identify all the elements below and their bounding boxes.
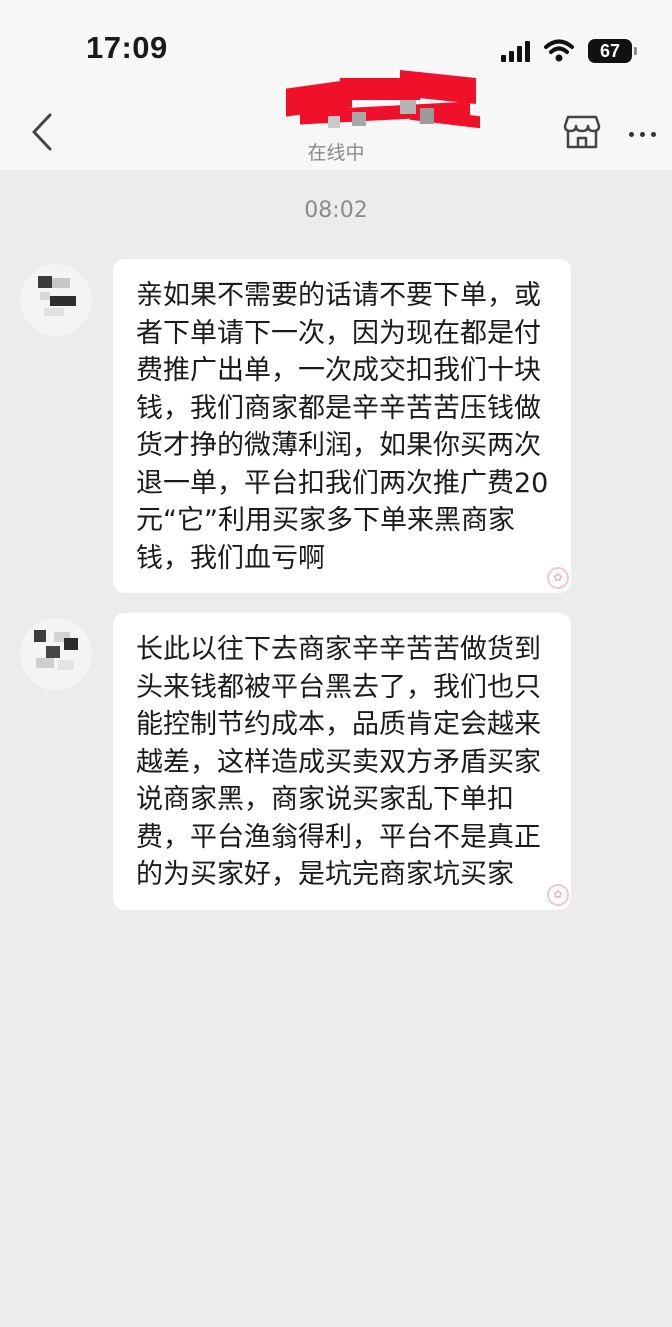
watermark-icon: ✿	[547, 883, 569, 906]
more-dot	[628, 131, 634, 137]
storefront-icon	[563, 115, 601, 149]
status-icons: 67	[501, 36, 637, 66]
shop-button[interactable]	[562, 112, 606, 156]
battery-icon: 67	[588, 39, 637, 63]
more-dot	[650, 131, 656, 137]
message-text: 长此以往下去商家辛辛苦苦做货到头来钱都被平台黑去了，我们也只能控制节约成本，品质…	[136, 634, 541, 890]
status-time: 17:09	[86, 30, 168, 65]
message-timestamp: 08:02	[304, 198, 368, 223]
top-bar: 17:09 67 在线中	[0, 0, 672, 170]
watermark-icon: ✿	[547, 567, 569, 589]
more-dot	[639, 131, 645, 137]
more-button[interactable]	[620, 112, 664, 156]
sender-avatar[interactable]	[20, 264, 92, 336]
message-bubble[interactable]: 亲如果不需要的话请不要下单，或者下单请下一次，因为现在都是付费推广出单，一次成交…	[113, 259, 571, 593]
sender-avatar[interactable]	[20, 618, 92, 690]
contact-name-redacted	[280, 70, 490, 142]
wifi-icon	[544, 39, 574, 62]
message-bubble[interactable]: 长此以往下去商家辛辛苦苦做货到头来钱都被平台黑去了，我们也只能控制节约成本，品质…	[113, 613, 571, 910]
cellular-signal-icon	[501, 40, 530, 62]
message-text: 亲如果不需要的话请不要下单，或者下单请下一次，因为现在都是付费推广出单，一次成交…	[136, 280, 549, 574]
